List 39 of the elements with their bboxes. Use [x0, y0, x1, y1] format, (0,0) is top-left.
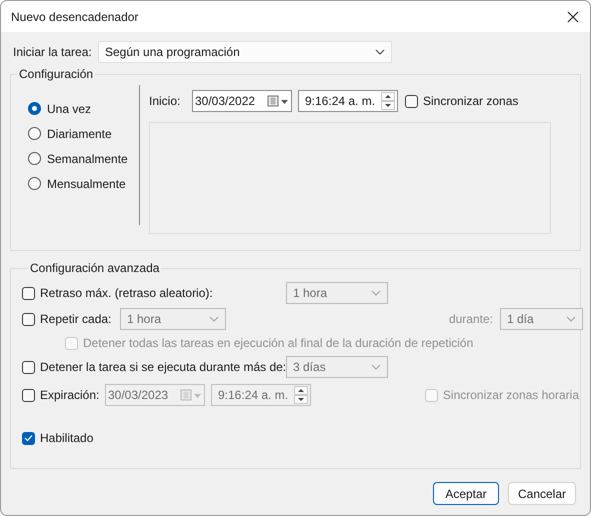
calendar-icon	[267, 95, 289, 107]
chevron-down-icon	[371, 290, 381, 296]
cancel-button[interactable]: Cancelar	[508, 482, 576, 505]
time-field[interactable]: 9:16:24 a. m.	[298, 90, 398, 112]
group-title: Configuración avanzada	[29, 261, 160, 275]
checkbox[interactable]	[405, 94, 418, 108]
option-label: Diariamente	[47, 126, 112, 140]
close-icon	[567, 10, 579, 22]
checkbox[interactable]	[22, 432, 35, 444]
calendar-icon	[180, 389, 202, 401]
checkbox-label: Detener todas las tareas en ejecución al final de la duración de repetición	[83, 336, 474, 350]
option-label: Una vez	[47, 102, 92, 116]
group-title: Configuración	[18, 67, 94, 81]
checkbox-label: Habilitado	[40, 431, 94, 445]
checkbox-label: Sincronizar zonas	[423, 94, 518, 108]
checkbox-label: Expiración:	[40, 388, 100, 402]
checkbox-label: Retraso máx. (retraso aleatorio):	[40, 286, 213, 300]
radio-button[interactable]	[28, 152, 41, 165]
chevron-down-icon	[209, 316, 219, 322]
chevron-down-icon	[566, 316, 576, 322]
option-label: Mensualmente	[47, 176, 126, 190]
task-dropdown[interactable]: Según una programación	[98, 41, 392, 63]
checkbox-label: Detener la tarea si se ejecuta durante más de:	[40, 360, 286, 374]
chevron-down-icon	[371, 364, 381, 370]
date-field[interactable]: 30/03/2022	[192, 90, 292, 112]
chevron-down-icon	[375, 49, 385, 55]
radio-button[interactable]	[28, 102, 41, 115]
checkbox-label: Repetir cada:	[40, 312, 112, 326]
radio-button[interactable]	[28, 177, 41, 190]
spinner-arrows-icon	[381, 92, 395, 110]
radio-button[interactable]	[28, 127, 41, 140]
field-label: durante:	[448, 312, 493, 326]
window-title: Nuevo desencadenador	[11, 10, 138, 24]
spinner-arrows-icon	[294, 386, 308, 404]
option-label: Semanalmente	[47, 152, 128, 166]
ok-button[interactable]: Aceptar	[433, 482, 499, 505]
field-label: Inicio:	[149, 94, 182, 108]
field-label: Iniciar la tarea:	[12, 45, 93, 59]
checkbox-label: Sincronizar zonas horaria	[442, 388, 579, 402]
